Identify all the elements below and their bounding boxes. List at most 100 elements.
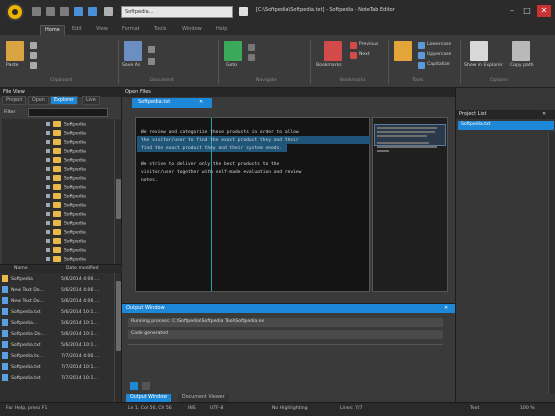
- file-list-row[interactable]: New Text Do... 5/6/2014 4:06 ...: [2, 286, 102, 295]
- save-as-icon[interactable]: [124, 41, 142, 61]
- new-file-icon[interactable]: [32, 7, 41, 16]
- show-in-explorer-icon[interactable]: [470, 41, 488, 61]
- expand-icon[interactable]: [46, 239, 50, 243]
- tab-help[interactable]: Help: [212, 25, 231, 35]
- copy-path-icon[interactable]: [512, 41, 530, 61]
- format-painter-icon[interactable]: [30, 62, 37, 69]
- goto-icon[interactable]: [224, 41, 242, 61]
- close-button[interactable]: ✕: [537, 5, 551, 17]
- paste-icon[interactable]: [6, 41, 24, 61]
- expand-icon[interactable]: [46, 257, 50, 261]
- cut-icon[interactable]: [30, 42, 37, 49]
- expand-icon[interactable]: [46, 176, 50, 180]
- tree-folder-item[interactable]: Softpedia: [46, 157, 116, 166]
- file-list-scrollbar-thumb[interactable]: [116, 281, 121, 351]
- date-column-header[interactable]: Date modified: [66, 266, 99, 271]
- expand-icon[interactable]: [46, 194, 50, 198]
- next-bookmark-icon[interactable]: [350, 52, 357, 59]
- expand-icon[interactable]: [46, 185, 50, 189]
- project-list-item[interactable]: Softpedia.txt: [458, 121, 554, 130]
- status-encoding[interactable]: UTF-8: [210, 406, 223, 411]
- capitalize-icon[interactable]: [418, 62, 425, 69]
- tab-view[interactable]: View: [92, 25, 112, 35]
- tab-tools[interactable]: Tools: [150, 25, 170, 35]
- file-list-row[interactable]: New Text Do... 5/6/2014 4:06 ...: [2, 297, 102, 306]
- combo-dropdown-icon[interactable]: [239, 7, 248, 16]
- tree-folder-item[interactable]: Softpedia: [46, 202, 116, 211]
- previous-bookmark-icon[interactable]: [350, 42, 357, 49]
- dropdown-arrow-icon[interactable]: [104, 7, 113, 16]
- tree-folder-item[interactable]: Softpedia: [46, 166, 116, 175]
- expand-icon[interactable]: [46, 221, 50, 225]
- project-list-scrollbar[interactable]: [548, 132, 555, 394]
- copy-icon[interactable]: [30, 52, 37, 59]
- tree-folder-item[interactable]: Softpedia: [46, 184, 116, 193]
- tab-home[interactable]: Home: [40, 25, 65, 35]
- file-list-row[interactable]: Softpedia.txt 5/6/2014 10:1...: [2, 341, 102, 350]
- name-column-header[interactable]: Name: [14, 266, 28, 271]
- tab-format[interactable]: Format: [118, 25, 144, 35]
- file-list-row[interactable]: Softpedia.txt 5/6/2014 10:1...: [2, 308, 102, 317]
- expand-icon[interactable]: [46, 230, 50, 234]
- file-list-row[interactable]: Softpedia.tx... 7/7/2014 4:06 ...: [2, 352, 102, 361]
- maximize-button[interactable]: □: [521, 5, 533, 17]
- file-list-row[interactable]: Softpedia Do... 5/6/2014 10:1...: [2, 330, 102, 339]
- tree-scrollbar-thumb[interactable]: [116, 179, 121, 219]
- tools-icon[interactable]: [394, 41, 412, 61]
- expand-icon[interactable]: [46, 149, 50, 153]
- tree-folder-item[interactable]: Softpedia: [46, 139, 116, 148]
- redo-icon[interactable]: [88, 7, 97, 16]
- tree-folder-item[interactable]: Softpedia: [46, 238, 116, 247]
- tab-close-icon[interactable]: ✕: [199, 99, 203, 105]
- expand-icon[interactable]: [46, 131, 50, 135]
- print-preview-icon[interactable]: [148, 58, 155, 65]
- minimap[interactable]: [372, 117, 448, 292]
- tree-folder-item[interactable]: Softpedia: [46, 247, 116, 256]
- expand-icon[interactable]: [46, 140, 50, 144]
- bookmarks-icon[interactable]: [324, 41, 342, 61]
- status-insert-mode[interactable]: INS: [188, 406, 196, 411]
- expand-icon[interactable]: [46, 203, 50, 207]
- tab-open[interactable]: Open: [28, 96, 49, 105]
- lowercase-icon[interactable]: [418, 42, 425, 49]
- file-list-scrollbar[interactable]: [114, 273, 121, 402]
- tab-live[interactable]: Live: [82, 96, 100, 105]
- expand-icon[interactable]: [46, 122, 50, 126]
- file-list-row[interactable]: Softpedia... 5/6/2014 10:1...: [2, 319, 102, 328]
- tree-folder-item[interactable]: Softpedia: [46, 175, 116, 184]
- status-highlighting[interactable]: No Highlighting: [272, 406, 308, 411]
- expand-icon[interactable]: [46, 158, 50, 162]
- panel-close-icon[interactable]: ✕: [542, 111, 546, 117]
- go-forward-icon[interactable]: [248, 54, 255, 61]
- tree-folder-item[interactable]: Softpedia: [46, 220, 116, 229]
- file-list-row[interactable]: Softpedia.txt 7/7/2014 10:1...: [2, 363, 102, 372]
- uppercase-label[interactable]: Uppercase: [427, 52, 451, 57]
- previous-bookmark-label[interactable]: Previous: [359, 42, 378, 47]
- output-scroll-left-icon[interactable]: [130, 382, 138, 390]
- undo-icon[interactable]: [74, 7, 83, 16]
- lowercase-label[interactable]: Lowercase: [427, 42, 451, 47]
- open-file-icon[interactable]: [46, 7, 55, 16]
- tree-folder-item[interactable]: Softpedia: [46, 121, 116, 130]
- tree-folder-item[interactable]: Softpedia: [46, 130, 116, 139]
- output-scroll-right-icon[interactable]: [142, 382, 150, 390]
- tab-explorer[interactable]: Explorer: [50, 96, 78, 105]
- output-close-icon[interactable]: ✕: [444, 305, 448, 311]
- tree-folder-item[interactable]: Softpedia: [46, 229, 116, 238]
- status-zoom[interactable]: 100 %: [520, 406, 535, 411]
- tree-folder-item[interactable]: Softpedia: [46, 148, 116, 157]
- capitalize-label[interactable]: Capitalize: [427, 62, 450, 67]
- expand-icon[interactable]: [46, 167, 50, 171]
- tree-folder-item[interactable]: Softpedia: [46, 193, 116, 202]
- expand-icon[interactable]: [46, 212, 50, 216]
- file-list-row[interactable]: Softpedia 5/6/2014 4:06 ...: [2, 275, 102, 284]
- tree-folder-item[interactable]: Softpedia: [46, 211, 116, 220]
- quick-search-combo[interactable]: Softpedia...: [121, 6, 233, 18]
- file-list-row[interactable]: Softpedia.txt 7/7/2014 10:1...: [2, 374, 102, 383]
- filter-input[interactable]: [28, 108, 108, 117]
- app-logo-icon[interactable]: [6, 3, 24, 21]
- tab-window[interactable]: Window: [178, 25, 206, 35]
- print-icon[interactable]: [148, 46, 155, 53]
- next-bookmark-label[interactable]: Next: [359, 52, 370, 57]
- tree-scrollbar[interactable]: [114, 119, 121, 264]
